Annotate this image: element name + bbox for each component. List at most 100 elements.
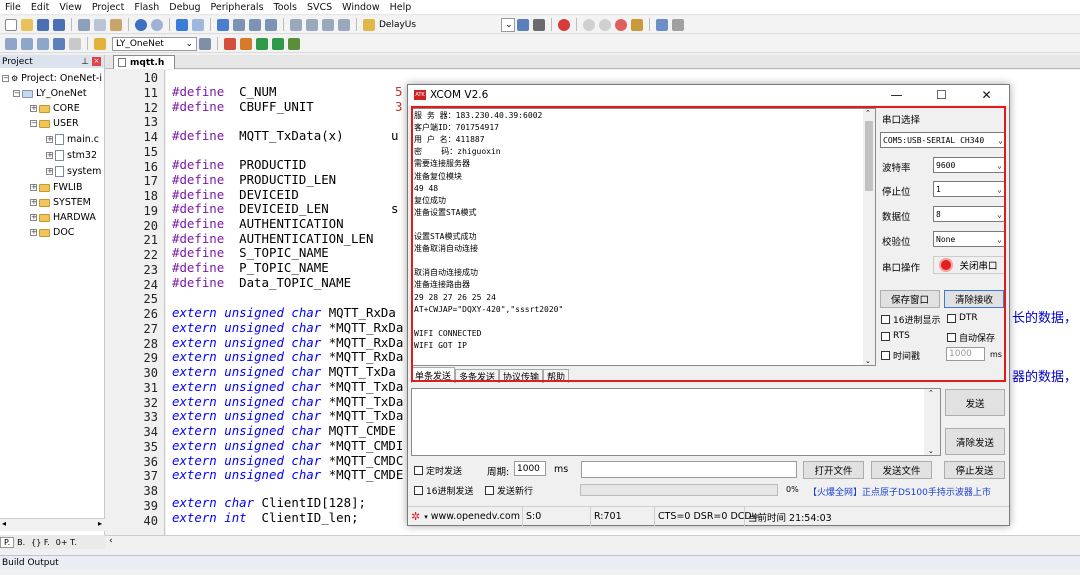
tab-books[interactable]: B. [14,538,28,547]
download-icon[interactable] [94,37,106,50]
close-icon[interactable]: ✕ [964,85,1009,105]
manage-components-icon[interactable] [224,37,236,50]
baud-select[interactable]: 9600 ⌄ [933,157,1005,173]
scroll-down-icon[interactable]: ⌄ [865,357,871,365]
target-select[interactable]: LY_OneNet ⌄ [112,36,197,51]
scroll-thumb[interactable] [865,121,873,191]
menu-project[interactable]: Project [87,2,130,13]
menu-edit[interactable]: Edit [26,2,54,13]
breakpoint-kill-icon[interactable] [615,18,628,31]
scroll-left-icon[interactable]: ‹ [109,536,113,546]
rebuild-icon[interactable] [37,37,49,50]
nav-forward-icon[interactable] [192,18,204,31]
tree-group-doc[interactable]: + DOC [30,225,74,240]
scroll-left-icon[interactable]: ◂ [2,519,6,528]
bookmark-icon[interactable] [217,18,229,31]
editor-hscrollbar[interactable]: ‹ [105,535,1080,549]
send-file-button[interactable]: 发送文件 [871,461,932,479]
send-input-area[interactable] [411,388,941,456]
breakpoint-settings-icon[interactable] [631,18,644,31]
find-in-files-icon[interactable] [363,18,375,31]
timed-send-checkbox[interactable]: 定时发送 [414,464,462,477]
close-panel-icon[interactable]: × [92,56,101,66]
clear-send-button[interactable]: 清除发送 [945,428,1005,455]
pack-installer-icon[interactable] [240,37,252,50]
pin-icon[interactable]: ⊥ [81,57,89,67]
menu-help[interactable]: Help [385,2,417,13]
find-icon[interactable] [517,18,530,31]
redo-icon[interactable] [151,18,163,31]
open-file-button[interactable]: 打开文件 [803,461,864,479]
build-output-bar[interactable]: Build Output [0,555,1080,569]
clear-receive-button[interactable]: 清除接收 [944,290,1004,308]
tree-root[interactable]: − ⚙ Project: OneNet-i [2,71,102,86]
translate-icon[interactable] [5,37,17,50]
menu-flash[interactable]: Flash [129,2,164,13]
menu-file[interactable]: File [0,2,26,13]
gear-icon[interactable]: ✲ [411,510,420,523]
build-icon[interactable] [21,37,33,50]
tab-templates[interactable]: 0+ T. [53,538,80,547]
auto-save-checkbox[interactable]: 自动保存 [947,331,995,344]
send-text-input[interactable] [581,461,797,478]
expand-icon[interactable]: + [46,152,53,159]
breakpoint-icon[interactable] [583,18,596,31]
stop-send-button[interactable]: 停止发送 [944,461,1005,479]
tree-group-user[interactable]: − USER [30,116,79,131]
delay-search-text[interactable]: DelayUs [379,20,416,30]
receive-scrollbar[interactable]: ⌃ ⌄ [863,109,875,365]
save-window-button[interactable]: 保存窗口 [880,290,940,308]
expand-icon[interactable]: + [30,199,37,206]
send-scrollbar[interactable]: ⌃ ⌄ [924,389,940,455]
stop-build-icon[interactable] [69,37,81,50]
tab-project[interactable]: P. [0,536,15,548]
save-icon[interactable] [37,18,49,31]
undo-icon[interactable] [135,18,147,31]
send-newline-checkbox[interactable]: 发送新行 [485,484,533,497]
expand-icon[interactable]: + [30,229,37,236]
period-input[interactable]: 1000 [514,461,546,476]
editor-tab-mqtt-h[interactable]: mqtt.h [113,55,175,69]
configure-icon[interactable] [672,18,685,31]
new-file-icon[interactable] [5,18,17,31]
cut-icon[interactable] [78,18,90,31]
open-folder-icon[interactable] [21,18,33,31]
menu-view[interactable]: View [54,2,87,13]
window-layout-icon[interactable] [656,18,669,31]
tree-target[interactable]: − LY_OneNet [13,86,87,101]
stop-bits-select[interactable]: 1 ⌄ [933,181,1005,197]
minimize-icon[interactable]: — [874,85,919,105]
collapse-icon[interactable]: − [30,120,37,127]
tree-file-main[interactable]: + main.c [46,132,99,147]
expand-icon[interactable]: + [30,184,37,191]
multi-project-icon[interactable] [288,37,300,50]
menu-peripherals[interactable]: Peripherals [206,2,269,13]
debug-icon[interactable] [558,18,571,31]
hex-send-checkbox[interactable]: 16进制发送 [414,484,473,497]
maximize-icon[interactable]: ☐ [919,85,964,105]
tab-multi-send[interactable]: 多条发送 [455,369,500,383]
tree-group-core[interactable]: + CORE [30,101,80,116]
bookmark-prev-icon[interactable] [233,18,245,31]
bookmark-next-icon[interactable] [249,18,261,31]
parity-select[interactable]: None ⌄ [933,231,1005,247]
tree-file-system[interactable]: + system [46,164,101,179]
expand-icon[interactable]: + [46,168,53,175]
scroll-up-icon[interactable]: ⌃ [865,109,871,117]
status-site[interactable]: ✲ ▾ www.openedv.com [408,507,522,526]
menu-window[interactable]: Window [337,2,384,13]
expand-icon[interactable]: + [30,214,37,221]
close-port-button[interactable]: 关闭串口 [933,256,1006,274]
bookmark-clear-icon[interactable] [265,18,277,31]
hex-display-checkbox[interactable]: 16进制显示 [881,313,940,326]
tree-file-stm32[interactable]: + stm32 [46,148,97,163]
menu-svcs[interactable]: SVCS [302,2,337,13]
comment-icon[interactable] [322,18,334,31]
send-button[interactable]: 发送 [945,389,1005,416]
rts-checkbox[interactable]: RTS [881,331,910,341]
tab-functions[interactable]: {} F. [28,538,53,547]
find-combo-dropdown[interactable]: ⌄ [501,17,516,32]
ad-link[interactable]: 【火爆全网】正点原子DS100手持示波器上市 [808,485,991,498]
scroll-right-icon[interactable]: ▸ [98,519,102,528]
select-packs-icon[interactable] [256,37,268,50]
